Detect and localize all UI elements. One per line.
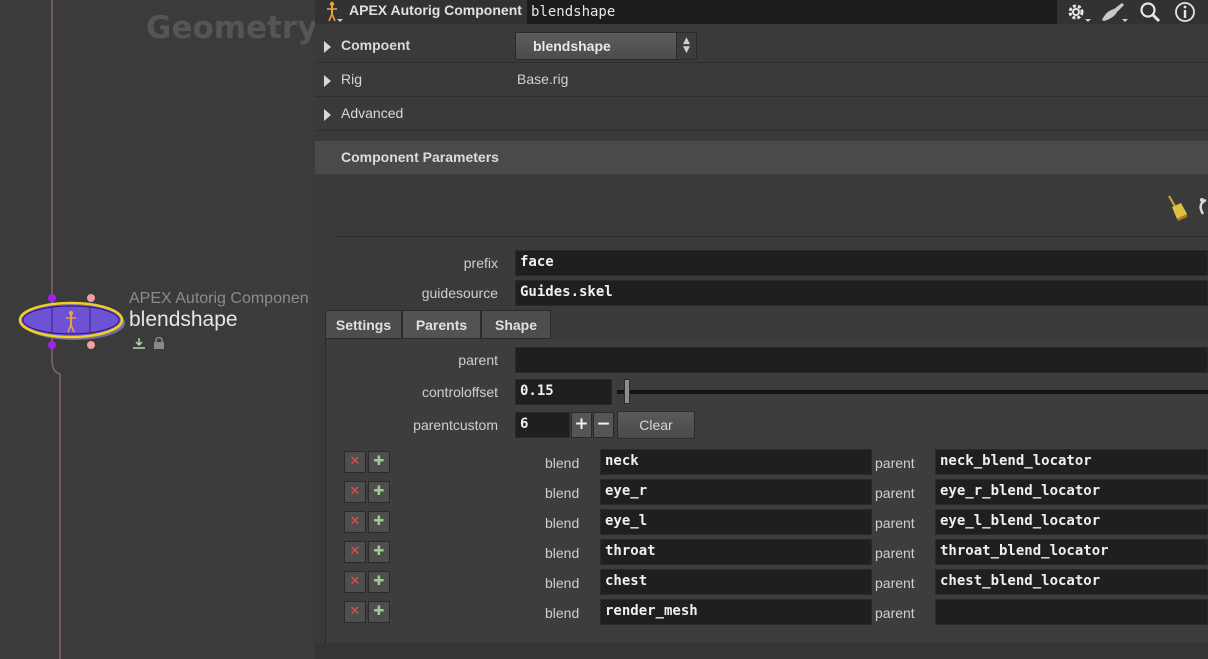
node-shape[interactable]: [14, 288, 129, 352]
parent-row-field[interactable]: throat_blend_locator: [935, 539, 1208, 565]
remove-row-icon[interactable]: ✕: [344, 601, 366, 623]
remove-row-icon[interactable]: ✕: [344, 451, 366, 473]
op-type-label: APEX Autorig Component: [349, 2, 522, 18]
broom-icon[interactable]: [1163, 194, 1189, 222]
parent-row-label: parent: [875, 575, 915, 591]
menu-updown-icon: ▲ ▼: [676, 33, 696, 59]
controloffset-slider-track[interactable]: [617, 390, 1208, 394]
tab-shape[interactable]: Shape: [481, 310, 551, 339]
blend-field[interactable]: chest: [600, 569, 872, 595]
insert-row-icon[interactable]: ✚: [368, 541, 390, 563]
remove-instance-button[interactable]: −: [593, 412, 614, 438]
blend-label: blend: [545, 575, 580, 591]
paintbrush-icon: [1102, 3, 1128, 22]
component-menu[interactable]: blendshape ▲ ▼: [515, 32, 697, 60]
search-button[interactable]: [1135, 0, 1165, 24]
parent-row-label: parent: [875, 545, 915, 561]
blend-label: blend: [545, 545, 580, 561]
insert-row-icon[interactable]: ✚: [368, 481, 390, 503]
folder-rig[interactable]: Rig Base.rig: [315, 64, 1208, 97]
blend-label: blend: [545, 605, 580, 621]
clear-button[interactable]: Clear: [617, 411, 695, 439]
insert-row-icon[interactable]: ✚: [368, 571, 390, 593]
remove-row-icon[interactable]: ✕: [344, 571, 366, 593]
guidesource-field[interactable]: Guides.skel: [515, 280, 1208, 306]
folder-rig-label: Rig: [341, 71, 363, 87]
parentcustom-field[interactable]: 6: [515, 412, 570, 438]
folder-component-label: Compoent: [341, 37, 411, 53]
parent-row-field[interactable]: neck_blend_locator: [935, 449, 1208, 475]
gizmo-icon[interactable]: [1193, 194, 1208, 222]
parameter-pane: APEX Autorig Component blendshape Compoe…: [315, 0, 1208, 659]
parent-row-label: parent: [875, 455, 915, 471]
download-icon: [133, 338, 145, 349]
insert-row-icon[interactable]: ✚: [368, 511, 390, 533]
component-menu-value: blendshape: [533, 38, 611, 54]
network-pane[interactable]: Geometry APEX Autorig Componen blendshap…: [0, 0, 315, 659]
search-icon: [1140, 2, 1161, 23]
parent-row-label: parent: [875, 485, 915, 501]
component-parameters-header: Component Parameters: [315, 141, 1208, 174]
blend-field[interactable]: neck: [600, 449, 872, 475]
parentcustom-label: parentcustom: [413, 417, 498, 433]
divider: [335, 236, 1208, 237]
network-context-label: Geometry: [146, 10, 315, 46]
node-type-label: APEX Autorig Componen: [129, 290, 309, 307]
node-name-label[interactable]: blendshape: [129, 308, 238, 332]
parent-row-field[interactable]: eye_l_blend_locator: [935, 509, 1208, 535]
apex-component-icon: [327, 1, 343, 22]
blend-field[interactable]: render_mesh: [600, 599, 872, 625]
gear-button[interactable]: [1063, 0, 1093, 24]
tab-settings[interactable]: Settings: [325, 310, 402, 339]
parent-row-label: parent: [875, 515, 915, 531]
bottom-strip: [315, 643, 1208, 659]
remove-row-icon[interactable]: ✕: [344, 481, 366, 503]
parent-row-field[interactable]: chest_blend_locator: [935, 569, 1208, 595]
tab-parents[interactable]: Parents: [402, 310, 481, 339]
controloffset-field[interactable]: 0.15: [515, 379, 612, 405]
parent-row-field[interactable]: eye_r_blend_locator: [935, 479, 1208, 505]
info-button[interactable]: [1170, 0, 1200, 24]
blend-label: blend: [545, 455, 580, 471]
remove-row-icon[interactable]: ✕: [344, 541, 366, 563]
remove-row-icon[interactable]: ✕: [344, 511, 366, 533]
collapsed-arrow-icon[interactable]: [324, 75, 331, 87]
parameter-header: APEX Autorig Component: [315, 0, 1208, 24]
guidesource-label: guidesource: [421, 285, 498, 301]
insert-row-icon[interactable]: ✚: [368, 601, 390, 623]
gear-icon: [1068, 4, 1091, 22]
blend-field[interactable]: eye_r: [600, 479, 872, 505]
folder-rig-value: Base.rig: [517, 71, 569, 87]
node-flag-icons: [133, 336, 164, 349]
lock-icon: [154, 336, 164, 349]
section-label: Component Parameters: [341, 149, 499, 165]
info-icon: [1175, 2, 1195, 22]
parent-row-label: parent: [875, 605, 915, 621]
paintbrush-button[interactable]: [1099, 0, 1129, 24]
folder-advanced-label: Advanced: [341, 105, 404, 121]
controloffset-label: controloffset: [421, 384, 498, 400]
controloffset-slider-handle[interactable]: [624, 379, 630, 404]
insert-row-icon[interactable]: ✚: [368, 451, 390, 473]
blend-field[interactable]: throat: [600, 539, 872, 565]
parent-label: parent: [458, 352, 498, 368]
node-name-field[interactable]: [527, 0, 1057, 24]
add-instance-button[interactable]: +: [571, 412, 592, 438]
prefix-label: prefix: [463, 255, 498, 271]
blend-label: blend: [545, 485, 580, 501]
blend-field[interactable]: eye_l: [600, 509, 872, 535]
folder-advanced[interactable]: Advanced: [315, 98, 1208, 131]
collapsed-arrow-icon[interactable]: [324, 41, 331, 53]
folder-component[interactable]: Compoent blendshape ▲ ▼: [315, 30, 1208, 63]
blend-label: blend: [545, 515, 580, 531]
parent-row-field[interactable]: [935, 599, 1208, 625]
parent-field[interactable]: [515, 347, 1208, 373]
prefix-field[interactable]: face: [515, 250, 1208, 276]
collapsed-arrow-icon[interactable]: [324, 109, 331, 121]
